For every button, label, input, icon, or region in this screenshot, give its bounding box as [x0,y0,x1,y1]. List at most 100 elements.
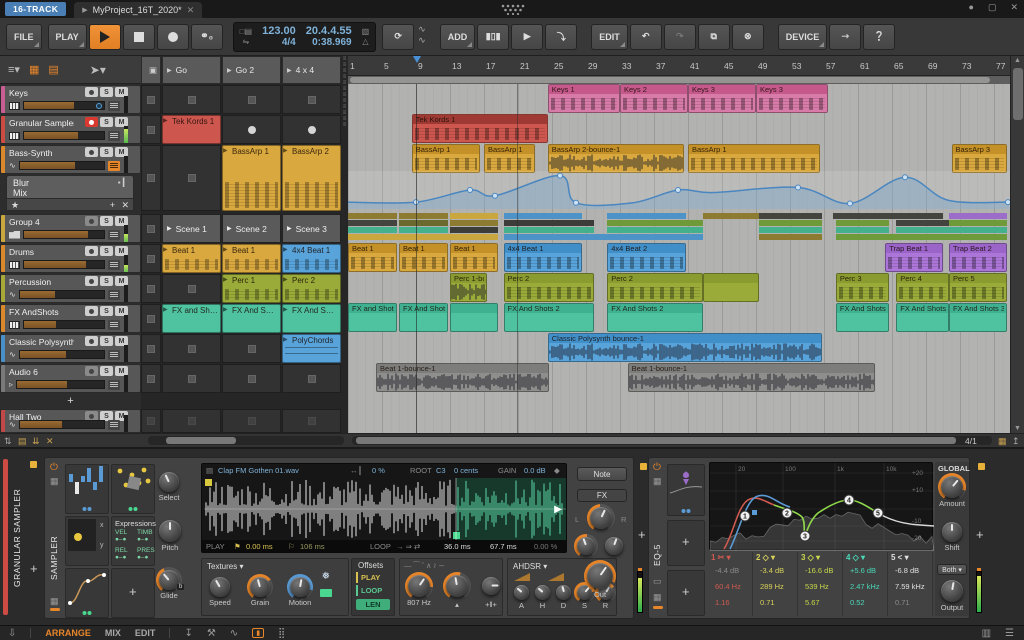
help-button[interactable]: ❔ [863,23,896,50]
record-arm-button[interactable] [85,117,98,127]
arranger-clip[interactable]: Keys 3 [688,84,756,113]
solo-button[interactable]: S [100,87,113,97]
arranger-clip[interactable] [450,303,498,332]
project-tab[interactable]: ▶ MyProject_16T_2020* ✕ [74,2,203,18]
pitch-knob[interactable] [159,520,181,542]
eq-shift-knob[interactable] [942,522,962,542]
fade-icon[interactable]: ∿ [418,24,426,35]
scroll-down-icon[interactable]: ▼ [1014,425,1021,432]
eq-amount-knob[interactable] [941,476,963,498]
sample-file-name[interactable]: Clap FM Gothen 01.wav [218,466,299,475]
grid-panel-icon[interactable]: ⣿ [278,628,285,639]
band-header[interactable]: 4 ◇ ▾ [846,553,865,562]
track-list-menu-icon[interactable]: ≡▾ [8,63,20,76]
loop-button[interactable]: ⟳ [382,23,415,50]
arranger-clip[interactable]: Classic Polysynth bounce-1 [547,333,823,362]
root-cents-value[interactable]: 0 cents [454,466,478,475]
crossfade-icon[interactable]: ∿ [418,35,426,46]
expand-panel-icon[interactable]: ↥ [1012,436,1020,447]
favorite-star-icon[interactable]: ★ [11,200,19,211]
arranger-clip[interactable]: Beat 1 [399,243,449,272]
clip-stop-cell[interactable] [162,409,221,433]
record-arm-button[interactable] [85,366,98,376]
arranger-clip[interactable]: Tek Kords 1 [411,114,548,143]
arranger-clip[interactable]: Keys 2 [620,84,688,113]
volume-fader[interactable] [16,380,105,389]
remove-device-icon[interactable]: ✕ [121,200,129,211]
clip-stop-cell[interactable] [282,364,341,393]
solo-button[interactable]: S [100,216,113,226]
tab-mix[interactable]: MIX [105,628,121,638]
track-stop-button[interactable] [141,115,161,144]
clear-icon[interactable]: ✕ [46,436,54,447]
record-arm-button[interactable] [85,87,98,97]
remote-controls-icon[interactable]: ▦ [653,476,662,487]
arranger-clip[interactable]: FX And Shots 2 [607,303,704,332]
add-modulator-slot[interactable]: + [667,570,705,616]
play-start-marker[interactable] [416,84,417,433]
pan-knob[interactable] [590,507,612,529]
zoom-ratio-display[interactable]: 4/1 [965,436,977,446]
random-modulator[interactable] [111,464,155,514]
grain-knob[interactable] [250,577,270,597]
scene-launch-cell[interactable]: ▶ Scene 3 [282,214,341,243]
band-q-value[interactable]: 0.52 [850,598,865,607]
band-freq-value[interactable]: 60.4 Hz [715,582,741,591]
track-menu-button[interactable] [108,259,120,270]
add-instrument-track-button[interactable]: ▮▯▮ [477,23,510,50]
volume-fader[interactable] [23,230,105,239]
arranger-clip[interactable]: Keys 1 [547,84,620,113]
modulation-icon[interactable]: ∿ [230,628,238,639]
expression-vel[interactable]: VEL ●–● [115,529,127,543]
band-q-value[interactable]: 0.71 [895,598,910,607]
band-gain-value[interactable]: -16.6 dB [805,566,833,575]
arranger-clip[interactable]: Perc 5 [948,273,1007,302]
expressions-modulator[interactable]: Expressions VEL ●–● TIMB ●–● REL ●–● PRES ●–● [111,516,156,566]
track-stop-button[interactable] [141,85,161,114]
env-h-knob[interactable] [535,585,550,600]
track-menu-button[interactable] [108,130,120,141]
arranger-clip[interactable]: Beat 1 [348,243,398,272]
clip-stop-cell[interactable] [222,364,281,393]
filter-cutoff-knob[interactable] [408,575,430,597]
device-box-collapse-icon[interactable]: ▪ ▎ [118,178,129,187]
time-display[interactable]: 0:38.969 [312,37,351,49]
arranger-clip[interactable]: Beat 1-bounce-1 [627,363,875,392]
clip-stop-cell[interactable] [162,364,221,393]
launcher-row-icon[interactable]: ▤ [48,63,58,76]
launcher-grid-icon[interactable]: ▦ [29,63,39,76]
pre-roll-icon[interactable]: △ [362,37,370,47]
track-menu-button[interactable] [108,229,120,240]
record-arm-button[interactable] [85,336,98,346]
vertical-scroll-thumb[interactable] [1013,68,1023,120]
track-row[interactable]: Group 4SM [0,214,141,243]
band-freq-value[interactable]: 7.59 kHz [895,582,925,591]
track-menu-button[interactable] [108,160,120,171]
add-device-icon[interactable]: + [110,200,115,210]
output-gain-knob[interactable] [587,563,613,589]
launcher-clip[interactable]: ▶ Beat 1 [162,244,221,273]
track-row[interactable]: Keys S M [0,85,141,114]
track-row[interactable]: Bass-Synth S M ∿ [0,145,141,174]
scene-header-2[interactable]: ▶ Go 2 [222,56,281,84]
clip-stop-cell[interactable] [282,85,341,114]
launcher-clip[interactable]: ▶ FX And Shots 3 [282,304,341,333]
track-menu-button[interactable] [108,289,120,300]
eq-curve-display[interactable]: 201001k10k+20+10-10-2012345 [709,462,935,552]
offset-play[interactable]: PLAY [356,572,383,583]
play-start-value[interactable]: 0.00 ms [246,542,273,551]
track-menu-button[interactable] [108,100,120,111]
launcher-clip[interactable]: ▶ BassArp 2 [282,145,341,211]
virtual-keyboard-icon[interactable]: ▥ [982,628,991,639]
track-stop-button[interactable] [141,274,161,303]
filter-shape-icons[interactable]: ―⁀ˇ∧≀∼ [404,561,447,570]
note-tab-button[interactable]: Note [577,467,627,481]
arranger-clip[interactable]: Perc 4 [896,273,949,302]
scene-launch-cell[interactable]: ▶ Scene 2 [222,214,281,243]
launcher-clip[interactable]: ▶ Tek Kords 1 [162,115,221,144]
template-badge[interactable]: 16-TRACK [5,2,67,16]
expression-rel[interactable]: REL ●–● [115,547,128,561]
redo-button[interactable]: ↷ [663,23,696,50]
launcher-clip[interactable]: ▶ BassArp 1 [222,145,281,211]
glide-knob[interactable] [159,570,179,590]
